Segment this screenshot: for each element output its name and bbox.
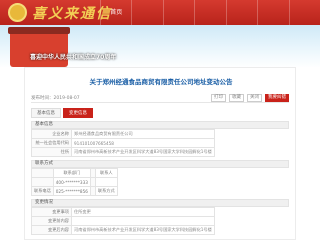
table-row: 住所 河南省郑州市高新技术产业开发区科学大道83号国家大学科技园孵化1号楼 — [31, 147, 215, 157]
change-info-header: 变更情况 — [31, 199, 289, 207]
nav-item-home[interactable]: 首页 — [100, 0, 131, 25]
row-label: 变更前内容 — [31, 216, 72, 226]
table-row: 变更后内容 河南省郑州市高新技术产业开发区科学大道83号国家大学科技园孵化1号楼 — [31, 225, 215, 235]
row-value — [71, 216, 215, 226]
table-row: 变更事项 住所变更 — [31, 207, 215, 217]
row-value: 河南省郑州市高新技术产业开发区科学大道83号国家大学科技园孵化1号楼 — [71, 225, 215, 235]
nav-item[interactable] — [131, 0, 162, 25]
site-header: 喜义来通信 首页 — [0, 0, 320, 25]
row-value: 914101007665458 — [71, 138, 215, 148]
basic-info-table: 企业名称 郑州经通食品商贸有限责任公司 统一社会信用代码 91410100766… — [31, 129, 215, 157]
page-title: 关于郑州经通食品商贸有限责任公司地址变动公告 — [89, 78, 233, 86]
contact-cell: 联系电话 — [31, 186, 54, 196]
meta-actions: 打印 收藏 关闭 我要纠错 — [211, 94, 289, 102]
gate-roof — [8, 27, 70, 34]
tab-basic-info[interactable]: 基本信息 — [31, 108, 61, 118]
row-label: 企业名称 — [31, 129, 72, 139]
nav-item[interactable] — [225, 0, 257, 25]
contact-header: 联系方式 — [31, 160, 289, 168]
banner-caption: 喜迎中华人民共和国成立70周年 — [30, 54, 117, 61]
publish-date: 发布时间：2019-08-07 — [31, 96, 80, 101]
report-error-button[interactable]: 我要纠错 — [265, 94, 289, 102]
info-tabs: 基本信息 变更信息 — [31, 108, 93, 118]
row-value: 住所变更 — [71, 207, 215, 217]
table-row: 联系电话 025-*******856 联系方式 — [31, 186, 118, 196]
logo-emblem-icon — [8, 3, 27, 22]
content-panel: 关于郑州经通食品商贸有限责任公司地址变动公告 发布时间：2019-08-07 打… — [24, 67, 296, 240]
row-value: 郑州经通食品商贸有限责任公司 — [71, 129, 215, 139]
contact-header-cell: 联系人 — [94, 168, 118, 178]
tab-change-info[interactable]: 变更信息 — [63, 108, 93, 118]
contact-cell — [31, 177, 54, 187]
tiananmen-gate-icon — [8, 27, 70, 67]
nav-item[interactable] — [162, 0, 194, 25]
hero-banner: 喜迎中华人民共和国成立70周年 — [0, 25, 320, 68]
table-row: 联系部门 联系人 — [31, 168, 118, 178]
close-button[interactable]: 关闭 — [247, 94, 262, 102]
nav-item[interactable] — [288, 0, 320, 25]
row-label: 住所 — [31, 147, 72, 157]
table-row: 变更前内容 — [31, 216, 215, 226]
contact-cell: 025-*******856 — [52, 186, 91, 196]
print-button[interactable]: 打印 — [211, 94, 226, 102]
main-nav: 首页 — [100, 0, 320, 25]
contact-table: 联系部门 联系人 400-*******333 联系电话 025-*******… — [31, 168, 118, 196]
basic-info-header: 基本信息 — [31, 121, 289, 129]
nav-item[interactable] — [257, 0, 288, 25]
row-label: 统一社会信用代码 — [31, 138, 72, 148]
contact-header-cell: 联系部门 — [52, 168, 91, 178]
table-row: 400-*******333 — [31, 177, 118, 187]
row-label: 变更事项 — [31, 207, 72, 217]
meta-row: 发布时间：2019-08-07 打印 收藏 关闭 我要纠错 — [31, 93, 289, 103]
row-value: 河南省郑州市高新技术产业开发区科学大道83号国家大学科技园孵化1号楼 — [71, 147, 215, 157]
contact-header-cell — [31, 168, 54, 178]
table-row: 企业名称 郑州经通食品商贸有限责任公司 — [31, 129, 215, 139]
contact-cell: 联系方式 — [94, 186, 118, 196]
change-info-table: 变更事项 住所变更 变更前内容 变更后内容 河南省郑州市高新技术产业开发区科学大… — [31, 207, 215, 235]
contact-cell: 400-*******333 — [52, 177, 91, 187]
contact-cell — [94, 177, 118, 187]
table-row: 统一社会信用代码 914101007665458 — [31, 138, 215, 148]
row-label: 变更后内容 — [31, 225, 72, 235]
favorite-button[interactable]: 收藏 — [229, 94, 244, 102]
nav-item[interactable] — [194, 0, 225, 25]
